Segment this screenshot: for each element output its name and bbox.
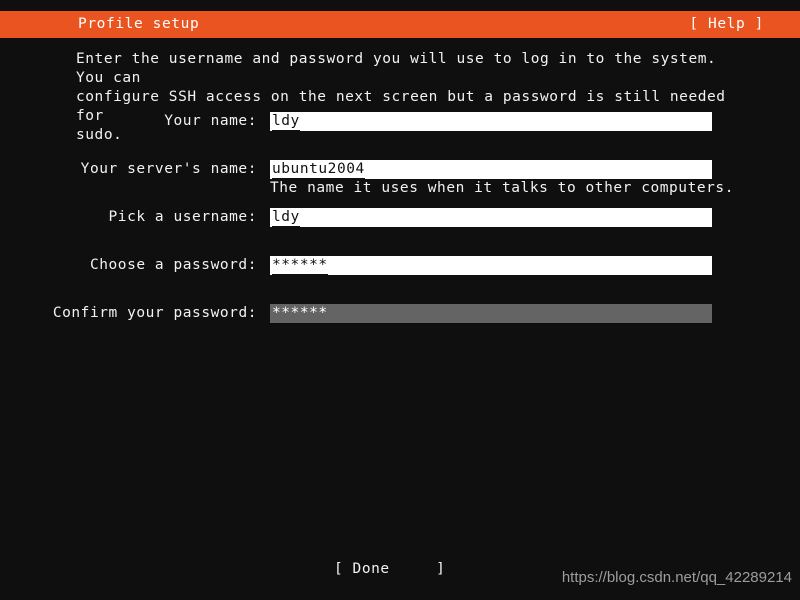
form-row-username: Pick a username: ldy [0,208,800,227]
input-your-name[interactable]: ldy [270,112,712,131]
input-value-confirm-password: ****** [272,305,328,321]
form-row-password: Choose a password: ****** [0,256,800,275]
form-row-server-name: Your server's name: ubuntu2004 The name it… [0,160,800,196]
hint-server-name: The name it uses when it talks to other … [270,180,734,196]
done-button[interactable]: [ Done ] [334,560,445,579]
label-confirm-password: Confirm your password: [52,305,257,321]
input-value-your-name: ldy [272,113,300,131]
watermark: https://blog.csdn.net/qq_42289214 [561,569,792,586]
input-value-server-name: ubuntu2004 [272,161,365,179]
form-row-confirm-password: Confirm your password: ****** [0,304,800,323]
label-server-name: Your server's name: [80,161,257,177]
help-button[interactable]: [ Help ] [689,11,764,38]
input-password[interactable]: ****** [270,256,712,275]
installer-screen: Profile setup [ Help ] Enter the usernam… [0,0,800,600]
form-row-your-name: Your name: ldy [0,112,800,131]
label-password: Choose a password: [89,257,257,273]
label-username: Pick a username: [108,209,257,225]
input-username[interactable]: ldy [270,208,712,227]
header-bar: Profile setup [ Help ] [0,11,800,38]
input-value-username: ldy [272,209,300,227]
input-value-password: ****** [272,257,328,275]
page-title: Profile setup [78,16,200,32]
label-your-name: Your name: [164,113,257,129]
input-server-name[interactable]: ubuntu2004 [270,160,712,179]
input-confirm-password[interactable]: ****** [270,304,712,323]
